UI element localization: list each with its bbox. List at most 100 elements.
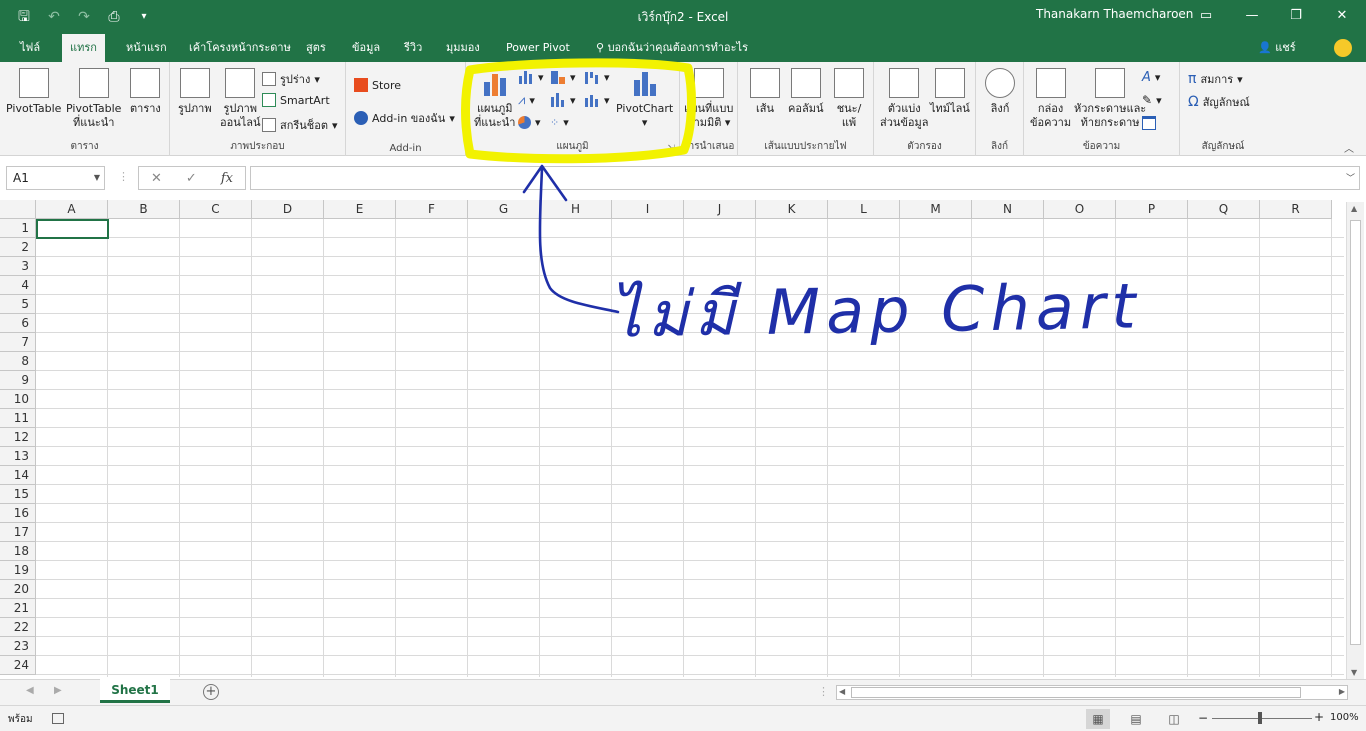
- column-header-c[interactable]: C: [180, 200, 252, 219]
- tab-formulas[interactable]: สูตร: [298, 34, 334, 62]
- horizontal-scroll-thumb[interactable]: [851, 687, 1301, 698]
- row-header-1[interactable]: 1: [0, 219, 36, 238]
- insert-function-icon[interactable]: fx: [221, 171, 233, 186]
- share-button[interactable]: 👤 แชร์: [1258, 34, 1296, 62]
- statistic-chart-button[interactable]: ▾: [550, 93, 576, 107]
- zoom-in-icon[interactable]: +: [1314, 710, 1324, 724]
- prev-sheet-icon[interactable]: ◀: [26, 685, 34, 696]
- scroll-up-icon[interactable]: ▲: [1351, 204, 1357, 213]
- charts-dialog-launcher-icon[interactable]: ⇲: [667, 144, 675, 154]
- shapes-button[interactable]: รูปร่าง ▾: [262, 70, 320, 88]
- next-sheet-icon[interactable]: ▶: [54, 685, 62, 696]
- row-header-15[interactable]: 15: [0, 485, 36, 504]
- column-header-n[interactable]: N: [972, 200, 1044, 219]
- column-header-k[interactable]: K: [756, 200, 828, 219]
- sparkline-column-button[interactable]: คอลัมน์: [788, 68, 823, 116]
- row-header-12[interactable]: 12: [0, 428, 36, 447]
- expand-formula-icon[interactable]: ﹀: [1346, 171, 1355, 184]
- normal-view-icon[interactable]: ▦: [1086, 709, 1110, 729]
- line-chart-button[interactable]: ⩘ ▾: [518, 93, 535, 108]
- store-button[interactable]: Store: [354, 78, 401, 92]
- row-header-11[interactable]: 11: [0, 409, 36, 428]
- column-header-b[interactable]: B: [108, 200, 180, 219]
- close-icon[interactable]: ✕: [1328, 4, 1356, 28]
- waterfall-chart-button[interactable]: ▾: [584, 70, 610, 84]
- tab-data[interactable]: ข้อมูล: [344, 34, 388, 62]
- column-header-f[interactable]: F: [396, 200, 468, 219]
- table-button[interactable]: ตาราง: [130, 68, 161, 116]
- wordart-button[interactable]: A ▾: [1142, 70, 1160, 85]
- column-header-e[interactable]: E: [324, 200, 396, 219]
- maximize-icon[interactable]: ❐: [1282, 4, 1310, 28]
- row-header-9[interactable]: 9: [0, 371, 36, 390]
- tab-power-pivot[interactable]: Power Pivot: [498, 34, 578, 62]
- smartart-button[interactable]: SmartArt: [262, 93, 330, 107]
- tab-insert[interactable]: แทรก: [62, 34, 105, 62]
- tab-view[interactable]: มุมมอง: [438, 34, 488, 62]
- row-header-19[interactable]: 19: [0, 561, 36, 580]
- collapse-ribbon-icon[interactable]: ︿: [1344, 140, 1354, 155]
- object-button[interactable]: [1142, 116, 1156, 130]
- horizontal-scrollbar[interactable]: ◀ ▶: [836, 685, 1348, 700]
- row-header-14[interactable]: 14: [0, 466, 36, 485]
- select-all-corner[interactable]: [0, 200, 36, 219]
- minimize-icon[interactable]: —: [1238, 4, 1266, 28]
- vertical-scroll-thumb[interactable]: [1350, 220, 1361, 645]
- column-header-l[interactable]: L: [828, 200, 900, 219]
- row-header-20[interactable]: 20: [0, 580, 36, 599]
- zoom-slider[interactable]: [1212, 712, 1312, 724]
- column-header-q[interactable]: Q: [1188, 200, 1260, 219]
- macro-record-icon[interactable]: [52, 713, 64, 724]
- row-header-3[interactable]: 3: [0, 257, 36, 276]
- row-header-7[interactable]: 7: [0, 333, 36, 352]
- feedback-smiley-icon[interactable]: [1334, 39, 1352, 57]
- row-header-21[interactable]: 21: [0, 599, 36, 618]
- tab-split-grip-icon[interactable]: ⋮: [818, 685, 829, 698]
- row-header-10[interactable]: 10: [0, 390, 36, 409]
- formula-input[interactable]: ﹀: [250, 166, 1360, 190]
- equation-button[interactable]: π สมการ ▾: [1188, 70, 1243, 88]
- tab-home[interactable]: หน้าแรก: [118, 34, 175, 62]
- page-break-view-icon[interactable]: ◫: [1162, 709, 1186, 729]
- column-header-j[interactable]: J: [684, 200, 756, 219]
- 3d-map-button[interactable]: แผนที่แบบ สามมิติ ▾: [684, 68, 733, 130]
- row-header-18[interactable]: 18: [0, 542, 36, 561]
- column-header-i[interactable]: I: [612, 200, 684, 219]
- enter-icon[interactable]: ✓: [186, 171, 197, 186]
- header-footer-button[interactable]: หัวกระดาษและ ท้ายกระดาษ: [1074, 68, 1146, 130]
- ribbon-display-icon[interactable]: ▭: [1192, 4, 1220, 28]
- zoom-out-icon[interactable]: −: [1198, 711, 1208, 725]
- column-header-r[interactable]: R: [1260, 200, 1332, 219]
- row-header-23[interactable]: 23: [0, 637, 36, 656]
- pictures-button[interactable]: รูปภาพ: [178, 68, 212, 116]
- pivottable-button[interactable]: PivotTable: [6, 68, 61, 116]
- add-sheet-icon[interactable]: +: [203, 684, 219, 700]
- sheet-tab-sheet1[interactable]: Sheet1: [100, 679, 170, 703]
- zoom-level[interactable]: 100%: [1330, 712, 1359, 723]
- tab-page-layout[interactable]: เค้าโครงหน้ากระดาษ: [181, 34, 299, 62]
- name-box[interactable]: A1 ▼: [6, 166, 105, 190]
- row-header-4[interactable]: 4: [0, 276, 36, 295]
- timeline-button[interactable]: ไทม์ไลน์: [930, 68, 970, 116]
- page-layout-view-icon[interactable]: ▤: [1124, 709, 1148, 729]
- scroll-left-icon[interactable]: ◀: [839, 687, 845, 696]
- row-header-2[interactable]: 2: [0, 238, 36, 257]
- sparkline-line-button[interactable]: เส้น: [750, 68, 780, 116]
- column-chart-button[interactable]: ▾: [518, 70, 544, 84]
- recommended-pivottable-button[interactable]: PivotTable ที่แนะนำ: [66, 68, 121, 130]
- active-cell-a1[interactable]: [36, 219, 109, 239]
- row-header-8[interactable]: 8: [0, 352, 36, 371]
- row-header-22[interactable]: 22: [0, 618, 36, 637]
- chevron-down-icon[interactable]: ▼: [94, 167, 100, 189]
- column-header-g[interactable]: G: [468, 200, 540, 219]
- column-header-p[interactable]: P: [1116, 200, 1188, 219]
- scroll-right-icon[interactable]: ▶: [1339, 687, 1345, 696]
- zoom-slider-knob[interactable]: [1258, 712, 1262, 724]
- online-pictures-button[interactable]: รูปภาพ ออนไลน์: [220, 68, 261, 130]
- row-header-6[interactable]: 6: [0, 314, 36, 333]
- pivotchart-button[interactable]: PivotChart ▾: [616, 68, 673, 130]
- user-name[interactable]: Thanakarn Thaemcharoen: [1036, 7, 1193, 21]
- tell-me-search[interactable]: ⚲ บอกฉันว่าคุณต้องการทำอะไร: [596, 34, 748, 62]
- symbol-button[interactable]: Ω สัญลักษณ์: [1188, 93, 1250, 111]
- textbox-button[interactable]: กล่อง ข้อความ: [1030, 68, 1071, 130]
